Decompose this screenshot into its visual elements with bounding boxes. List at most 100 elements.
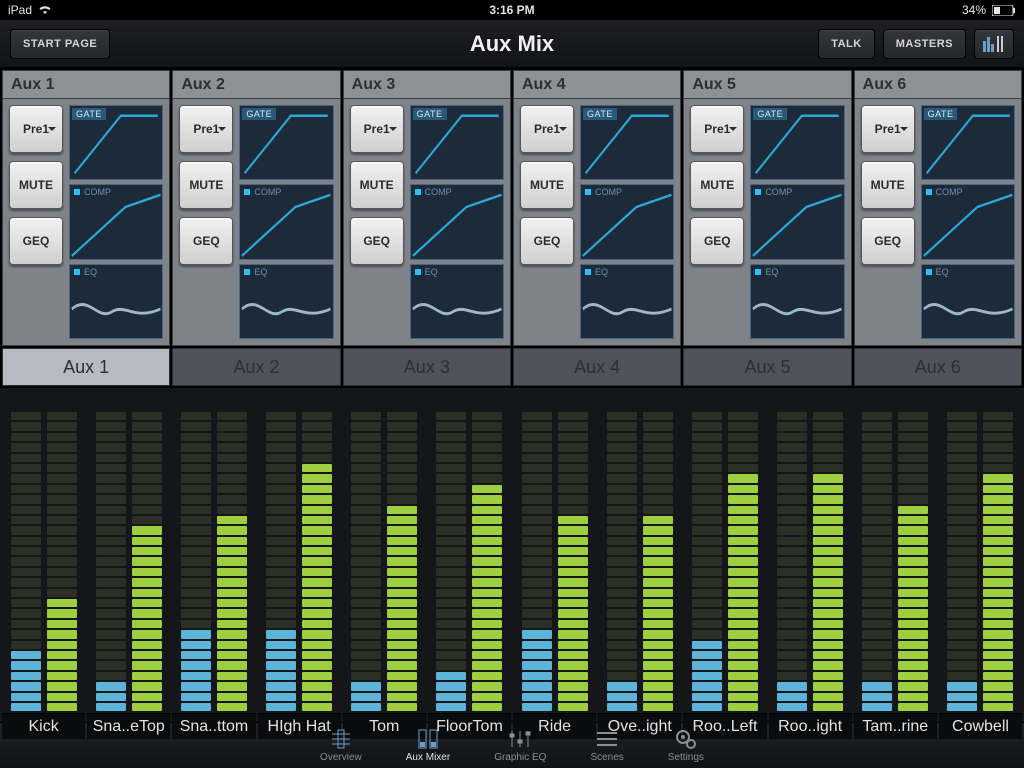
channel-meter-main xyxy=(898,410,928,711)
gate-thumbnail[interactable]: GATE xyxy=(750,105,844,180)
channel-label: Cowbell xyxy=(939,713,1022,739)
mute-button[interactable]: MUTE xyxy=(520,161,574,209)
meters-area: KickSna..eTopSna..ttomHIgh HatTomFloorTo… xyxy=(0,388,1024,722)
tab-graphic-eq[interactable]: Graphic EQ xyxy=(494,728,546,763)
gate-thumbnail[interactable]: GATE xyxy=(239,105,333,180)
scenes-icon xyxy=(594,728,620,750)
channel-label: Sna..ttom xyxy=(172,713,255,739)
eq-thumbnail[interactable]: EQ xyxy=(239,264,333,339)
channel-meter-sub xyxy=(96,410,126,711)
gate-thumbnail[interactable]: GATE xyxy=(580,105,674,180)
mute-button[interactable]: MUTE xyxy=(690,161,744,209)
pre-select[interactable]: Pre1 xyxy=(690,105,744,153)
eq-thumbnail[interactable]: EQ xyxy=(921,264,1015,339)
eq-thumbnail[interactable]: EQ xyxy=(410,264,504,339)
channel-meter-main xyxy=(983,410,1013,711)
eq-thumbnail[interactable]: EQ xyxy=(69,264,163,339)
aux-strip: Aux 2 Pre1 MUTE GEQ GATE COMP EQ xyxy=(172,70,340,346)
channel-meter-main xyxy=(47,410,77,711)
aux-tab[interactable]: Aux 3 xyxy=(343,348,511,386)
tab-graphic-eq-label: Graphic EQ xyxy=(494,752,546,763)
tab-scenes[interactable]: Scenes xyxy=(590,728,623,763)
channel-strip[interactable]: Sna..ttom xyxy=(172,406,255,722)
channel-strip[interactable]: Kick xyxy=(2,406,85,722)
talk-button[interactable]: TALK xyxy=(818,29,875,59)
aux-tab[interactable]: Aux 5 xyxy=(683,348,851,386)
eq-thumbnail[interactable]: EQ xyxy=(750,264,844,339)
channel-strip[interactable]: HIgh Hat xyxy=(258,406,341,722)
meter-pair xyxy=(854,406,937,713)
page-title: Aux Mix xyxy=(470,31,554,57)
channel-label: Roo..ight xyxy=(769,713,852,739)
channel-meter-main xyxy=(217,410,247,711)
pre-select[interactable]: Pre1 xyxy=(350,105,404,153)
tab-settings[interactable]: Settings xyxy=(668,728,704,763)
geq-button[interactable]: GEQ xyxy=(520,217,574,265)
comp-thumbnail[interactable]: COMP xyxy=(69,184,163,259)
channel-strip[interactable]: Ride xyxy=(513,406,596,722)
channel-strip[interactable]: FloorTom xyxy=(428,406,511,722)
gate-thumbnail[interactable]: GATE xyxy=(69,105,163,180)
comp-thumbnail[interactable]: COMP xyxy=(750,184,844,259)
masters-label: MASTERS xyxy=(896,38,953,50)
graphic-eq-icon xyxy=(507,728,533,750)
pre-select[interactable]: Pre1 xyxy=(520,105,574,153)
channel-meter-sub xyxy=(947,410,977,711)
mute-button[interactable]: MUTE xyxy=(861,161,915,209)
aux-tab[interactable]: Aux 6 xyxy=(854,348,1022,386)
talk-label: TALK xyxy=(831,38,862,50)
battery-icon xyxy=(992,5,1016,16)
aux-tab[interactable]: Aux 2 xyxy=(172,348,340,386)
channel-meter-main xyxy=(558,410,588,711)
channel-meter-main xyxy=(302,410,332,711)
gate-thumbnail[interactable]: GATE xyxy=(921,105,1015,180)
channel-label: Kick xyxy=(2,713,85,739)
pre-select[interactable]: Pre1 xyxy=(9,105,63,153)
geq-button[interactable]: GEQ xyxy=(690,217,744,265)
status-bar: iPad 3:16 PM 34% xyxy=(0,0,1024,20)
comp-thumbnail[interactable]: COMP xyxy=(410,184,504,259)
channel-strip[interactable]: Sna..eTop xyxy=(87,406,170,722)
meter-pair xyxy=(769,406,852,713)
eq-thumbnail[interactable]: EQ xyxy=(580,264,674,339)
meter-pair xyxy=(87,406,170,713)
tab-overview-label: Overview xyxy=(320,752,362,763)
aux-tab[interactable]: Aux 1 xyxy=(2,348,170,386)
pre-select[interactable]: Pre1 xyxy=(179,105,233,153)
geq-button[interactable]: GEQ xyxy=(861,217,915,265)
tab-aux-mixer[interactable]: Aux Mixer xyxy=(406,728,450,763)
comp-thumbnail[interactable]: COMP xyxy=(239,184,333,259)
pre-select[interactable]: Pre1 xyxy=(861,105,915,153)
comp-thumbnail[interactable]: COMP xyxy=(921,184,1015,259)
channel-strip[interactable]: Tam..rine xyxy=(854,406,937,722)
aux-strip-title: Aux 3 xyxy=(344,71,510,99)
meter-pair xyxy=(172,406,255,713)
gate-thumbnail[interactable]: GATE xyxy=(410,105,504,180)
tab-overview[interactable]: Overview xyxy=(320,728,362,763)
meter-pair xyxy=(428,406,511,713)
meters-view-icon[interactable] xyxy=(974,29,1014,59)
channel-strip[interactable]: Roo..Left xyxy=(683,406,766,722)
aux-strip: Aux 3 Pre1 MUTE GEQ GATE COMP EQ xyxy=(343,70,511,346)
channel-label: Sna..eTop xyxy=(87,713,170,739)
meter-pair xyxy=(2,406,85,713)
start-page-button[interactable]: START PAGE xyxy=(10,29,110,59)
geq-button[interactable]: GEQ xyxy=(179,217,233,265)
mute-button[interactable]: MUTE xyxy=(350,161,404,209)
channel-strip[interactable]: Roo..ight xyxy=(769,406,852,722)
clock: 3:16 PM xyxy=(489,3,534,17)
aux-tab[interactable]: Aux 4 xyxy=(513,348,681,386)
settings-icon xyxy=(673,728,699,750)
mute-button[interactable]: MUTE xyxy=(9,161,63,209)
channel-strip[interactable]: Cowbell xyxy=(939,406,1022,722)
channel-strip[interactable]: Ove..ight xyxy=(598,406,681,722)
start-page-label: START PAGE xyxy=(23,38,97,50)
aux-strip-title: Aux 2 xyxy=(173,71,339,99)
masters-button[interactable]: MASTERS xyxy=(883,29,966,59)
geq-button[interactable]: GEQ xyxy=(9,217,63,265)
comp-thumbnail[interactable]: COMP xyxy=(580,184,674,259)
channel-strip[interactable]: Tom xyxy=(343,406,426,722)
geq-button[interactable]: GEQ xyxy=(350,217,404,265)
meter-pair xyxy=(598,406,681,713)
mute-button[interactable]: MUTE xyxy=(179,161,233,209)
